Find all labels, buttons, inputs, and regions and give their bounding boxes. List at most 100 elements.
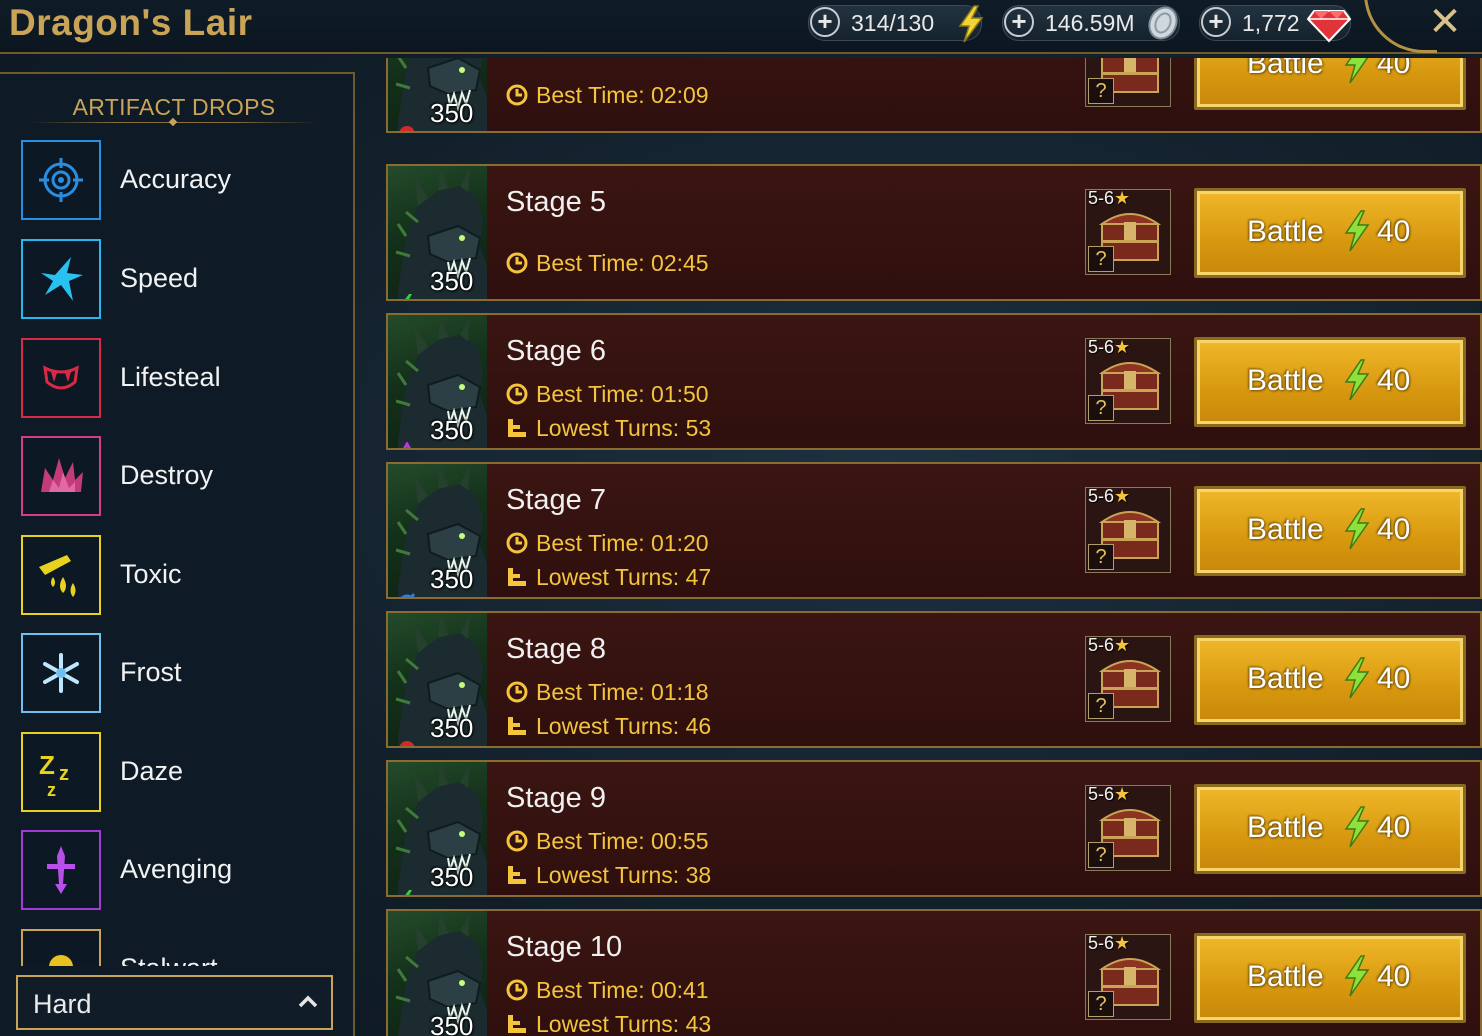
stage-card[interactable]: 350 Stage 7 Best Time: 01:20 Lowest Turns: …: [386, 462, 1482, 599]
reward-chest[interactable]: 5-6★?: [1085, 486, 1171, 573]
reward-chest[interactable]: ?: [1085, 58, 1171, 107]
star-icon: ★: [1114, 635, 1131, 655]
energy-cost: 40: [1377, 215, 1411, 248]
energy-bolt-icon: [1341, 954, 1371, 1003]
artifact-set-list[interactable]: Accuracy Speed Lifesteal Destroy Toxic F…: [0, 140, 350, 966]
best-time: Best Time: 01:50: [506, 381, 709, 411]
best-time-label: Best Time: 00:41: [536, 977, 709, 1003]
battle-label: Battle: [1247, 960, 1324, 993]
rank-range: 5-6★: [1088, 784, 1130, 805]
clock-icon: [506, 252, 528, 280]
stage-card[interactable]: 350Stage 4Best Time: 02:09?Battle40: [386, 58, 1482, 133]
stage-card[interactable]: 350 Stage 10 Best Time: 00:41 Lowest Turns:…: [386, 909, 1482, 1036]
star-icon: ★: [1114, 337, 1131, 357]
battle-button[interactable]: Battle 40: [1194, 784, 1466, 874]
star-icon: ★: [1114, 784, 1131, 804]
energy-bolt-icon: [1341, 507, 1371, 556]
set-item-lifesteal[interactable]: Lifesteal: [21, 338, 341, 418]
energy-resource[interactable]: + 314/130: [808, 5, 984, 43]
set-label: Avenging: [120, 854, 233, 884]
poison-drop-icon: [21, 535, 101, 615]
energy-bolt-icon: [1341, 656, 1371, 705]
clock-icon: [506, 830, 528, 858]
set-item-daze[interactable]: Z z z Daze: [21, 732, 341, 812]
stage-name: Stage 9: [506, 782, 606, 814]
energy-cost: 40: [1377, 960, 1411, 993]
turns-icon: [506, 566, 528, 594]
rank-range: 5-6★: [1088, 635, 1130, 656]
stage-card[interactable]: 350 Stage 5 Best Time: 02:45 5-6★? Battle 40: [386, 164, 1482, 301]
set-item-avenging[interactable]: Avenging: [21, 830, 341, 910]
set-item-toxic[interactable]: Toxic: [21, 535, 341, 615]
energy-bolt-icon: [1341, 805, 1371, 854]
shield-icon: [21, 929, 101, 966]
reward-chest[interactable]: 5-6★?: [1085, 933, 1171, 1020]
add-energy-button[interactable]: +: [810, 7, 840, 37]
question-mark-icon: ?: [1088, 395, 1114, 421]
close-icon[interactable]: ✕: [1428, 2, 1462, 42]
add-silver-button[interactable]: +: [1004, 7, 1034, 37]
battle-button[interactable]: Battle 40: [1194, 188, 1466, 278]
best-time: Best Time: 01:20: [506, 530, 709, 560]
battle-button[interactable]: Battle 40: [1194, 635, 1466, 725]
reward-chest[interactable]: 5-6★?: [1085, 188, 1171, 275]
silver-resource[interactable]: + 146.59M: [1002, 5, 1180, 41]
energy-cost: 40: [1377, 513, 1411, 546]
rank-range-value: 5-6: [1088, 486, 1115, 506]
battle-label: Battle: [1247, 58, 1324, 80]
set-item-speed[interactable]: Speed: [21, 239, 341, 319]
stage-power: 350: [430, 1011, 474, 1036]
snowflake-icon: [21, 633, 101, 713]
set-item-stalwart[interactable]: Stalwart: [21, 929, 341, 966]
battle-button[interactable]: Battle 40: [1194, 58, 1466, 110]
set-item-frost[interactable]: Frost: [21, 633, 341, 713]
artifact-drops-panel: ARTIFACT DROPS Accuracy Speed Lifesteal …: [0, 72, 355, 1036]
stage-card[interactable]: 350 Stage 6 Best Time: 01:50 Lowest Turns: …: [386, 313, 1482, 450]
zzz-icon: Z z z: [21, 732, 101, 812]
stage-power: 350: [430, 415, 474, 445]
stage-card[interactable]: 350 Stage 9 Best Time: 00:55 Lowest Turns: …: [386, 760, 1482, 897]
battle-button[interactable]: Battle 40: [1194, 933, 1466, 1023]
rank-range-value: 5-6: [1088, 635, 1115, 655]
set-label: Daze: [120, 756, 184, 786]
battle-label: Battle: [1247, 662, 1324, 695]
battle-label: Battle: [1247, 513, 1324, 546]
burst-icon: [21, 436, 101, 516]
lowest-turns-label: Lowest Turns: 53: [536, 415, 712, 441]
stage-name: Stage 5: [506, 186, 606, 218]
gems-resource[interactable]: + 1,772: [1199, 5, 1352, 43]
stage-card[interactable]: 350 Stage 8 Best Time: 01:18 Lowest Turns: …: [386, 611, 1482, 748]
star-icon: ★: [1114, 486, 1131, 506]
best-time-label: Best Time: 01:20: [536, 530, 709, 556]
stage-list[interactable]: 350Stage 4Best Time: 02:09?Battle40350St…: [386, 58, 1482, 1036]
sword-icon: [21, 830, 101, 910]
turns-icon: [506, 1013, 528, 1036]
set-label: Frost: [120, 657, 182, 687]
panel-title: ARTIFACT DROPS: [72, 94, 276, 120]
battle-label: Battle: [1247, 811, 1324, 844]
reward-chest[interactable]: 5-6★?: [1085, 337, 1171, 424]
battle-button[interactable]: Battle 40: [1194, 337, 1466, 427]
turns-icon: [506, 864, 528, 892]
set-label: Stalwart: [120, 953, 218, 966]
set-label: Speed: [120, 263, 199, 293]
rank-range-value: 5-6: [1088, 337, 1115, 357]
reward-chest[interactable]: 5-6★?: [1085, 635, 1171, 722]
ruby-gem-icon: [1306, 10, 1352, 43]
stage-power: 350: [430, 266, 474, 296]
add-gems-button[interactable]: +: [1201, 7, 1231, 37]
rank-range-value: 5-6: [1088, 188, 1115, 208]
lowest-turns-label: Lowest Turns: 46: [536, 713, 712, 739]
question-mark-icon: ?: [1088, 78, 1114, 104]
set-item-accuracy[interactable]: Accuracy: [21, 140, 341, 220]
lowest-turns-label: Lowest Turns: 38: [536, 862, 712, 888]
dragon-portrait: 350: [388, 464, 487, 597]
set-item-destroy[interactable]: Destroy: [21, 436, 341, 516]
clock-icon: [506, 532, 528, 560]
svg-text:z: z: [59, 763, 69, 785]
difficulty-dropdown[interactable]: Hard: [16, 975, 333, 1030]
reward-chest[interactable]: 5-6★?: [1085, 784, 1171, 871]
difficulty-value: Hard: [33, 989, 92, 1019]
battle-button[interactable]: Battle 40: [1194, 486, 1466, 576]
lowest-turns: Lowest Turns: 46: [506, 713, 711, 743]
